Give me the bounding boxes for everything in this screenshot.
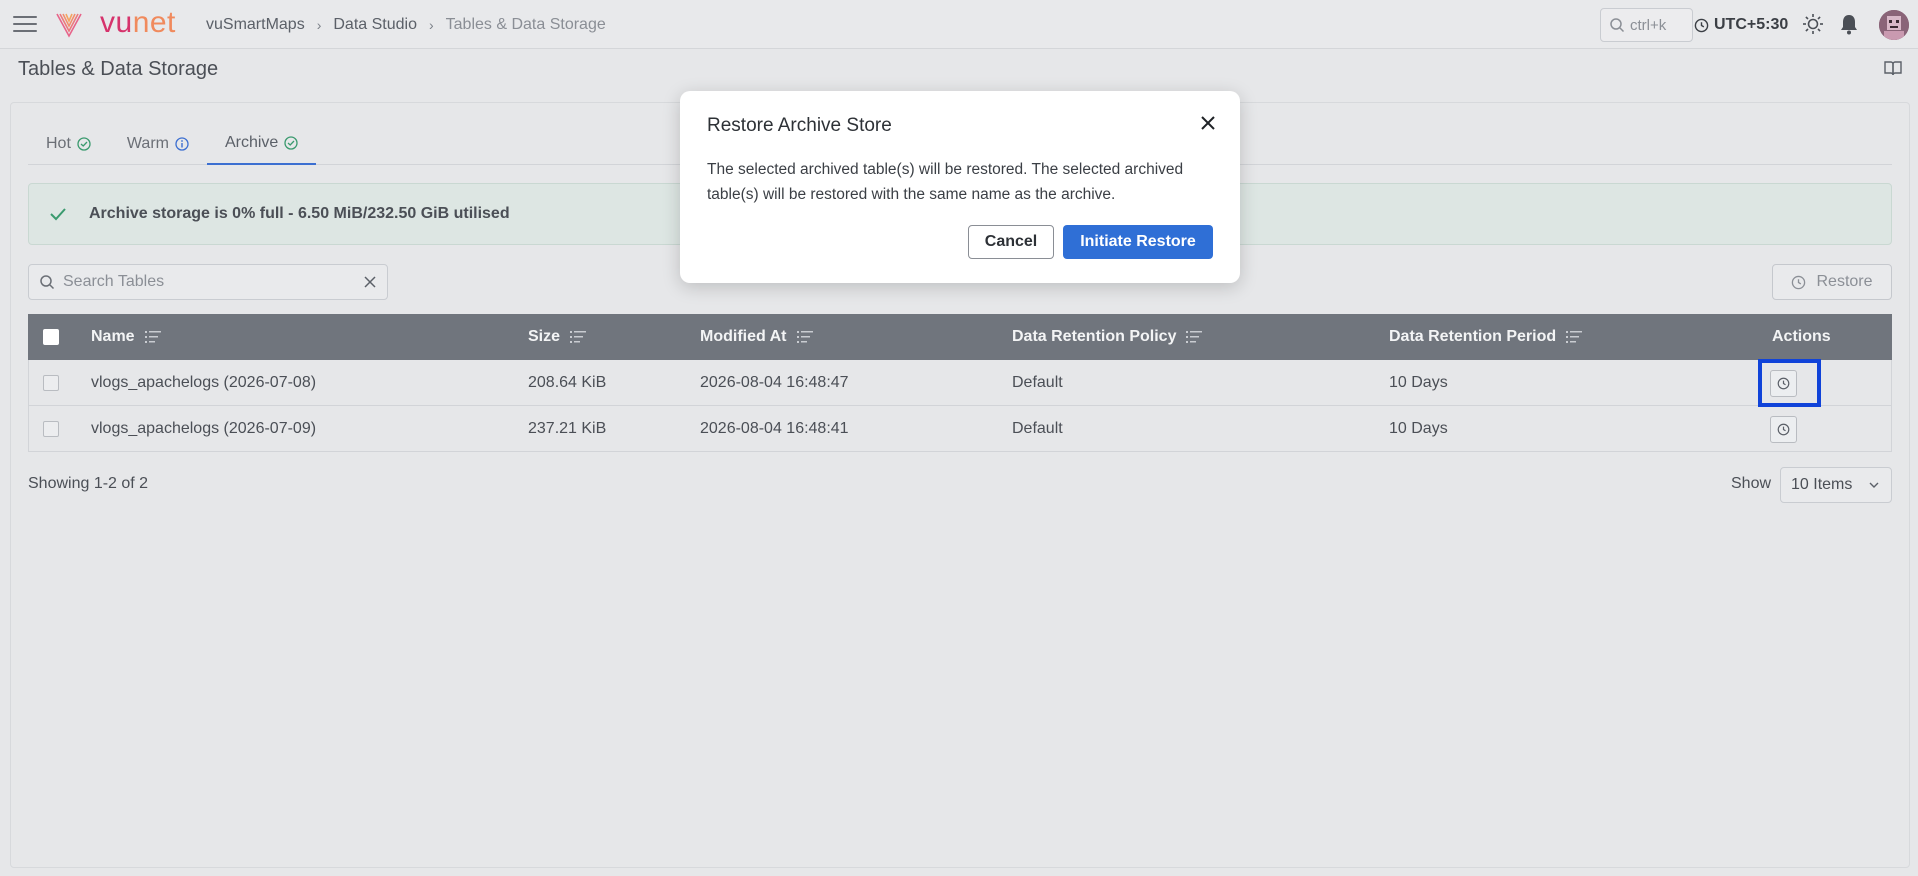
cell-name: vlogs_apachelogs (2026-07-08)	[91, 374, 317, 391]
search-icon	[40, 275, 55, 290]
clock-icon	[1694, 18, 1709, 32]
logo-icon	[56, 13, 82, 38]
search-input[interactable]	[63, 273, 353, 291]
checkbox[interactable]	[43, 329, 59, 345]
search-icon	[1610, 18, 1625, 33]
page-size-value: 10 Items	[1791, 476, 1853, 493]
cell-actions	[1770, 406, 1797, 452]
search-shortcut: ctrl+k	[1630, 16, 1667, 34]
cancel-button[interactable]: Cancel	[968, 225, 1054, 259]
column-header-name[interactable]: Name	[91, 314, 161, 360]
logo: vunet	[100, 6, 176, 40]
cell-modified: 2026-08-04 16:48:41	[700, 420, 849, 437]
table-header: Name Size Modified At Data Retention Pol…	[28, 314, 1892, 360]
row-checkbox[interactable]	[43, 406, 59, 452]
row-checkbox[interactable]	[43, 360, 59, 406]
cell-policy: Default	[1012, 374, 1063, 391]
cell-period: 10 Days	[1389, 374, 1448, 391]
cell-policy: Default	[1012, 420, 1063, 437]
top-bar: vunet vuSmartMaps › Data Studio › Tables…	[0, 0, 1918, 49]
breadcrumb-current: Tables & Data Storage	[445, 16, 606, 33]
dialog-message: The selected archived table(s) will be r…	[707, 161, 1184, 203]
restore-icon	[1777, 423, 1790, 435]
checkbox[interactable]	[43, 375, 59, 391]
restore-button[interactable]: Restore	[1772, 264, 1892, 300]
sun-icon[interactable]	[1802, 13, 1824, 35]
sort-icon[interactable]	[1566, 331, 1583, 343]
column-label: Data Retention Period	[1389, 328, 1557, 345]
dialog-title: Restore Archive Store	[707, 115, 892, 136]
table-row[interactable]: vlogs_apachelogs (2026-07-08) 208.64 KiB…	[28, 360, 1892, 406]
timezone-selector[interactable]: UTC+5:30	[1694, 16, 1788, 34]
tab-label: Hot	[46, 134, 71, 152]
table-row[interactable]: vlogs_apachelogs (2026-07-09) 237.21 KiB…	[28, 406, 1892, 452]
sort-icon[interactable]	[1186, 331, 1203, 343]
tab-hot[interactable]: Hot	[28, 122, 109, 165]
breadcrumb-item[interactable]: vuSmartMaps	[206, 16, 305, 34]
cell-modified: 2026-08-04 16:48:47	[700, 374, 849, 391]
checkbox[interactable]	[43, 421, 59, 437]
cell-size: 237.21 KiB	[528, 420, 607, 437]
page-size-select[interactable]: 10 Items	[1780, 467, 1892, 503]
restore-row-button[interactable]	[1770, 415, 1797, 443]
page-size-label: Show	[1731, 475, 1772, 492]
column-header-size[interactable]: Size	[528, 314, 587, 360]
breadcrumb: vuSmartMaps › Data Studio › Tables & Dat…	[206, 16, 606, 34]
focus-highlight	[1758, 359, 1821, 407]
tab-label: Archive	[224, 133, 279, 151]
initiate-restore-button[interactable]: Initiate Restore	[1063, 225, 1213, 259]
column-header-actions: Actions	[1772, 314, 1831, 360]
breadcrumb-separator-icon: ›	[316, 17, 322, 33]
check-circle-icon	[284, 135, 298, 150]
column-label: Name	[91, 328, 135, 345]
tab-warm[interactable]: Warm	[109, 122, 207, 165]
logo-net: net	[132, 6, 176, 39]
sort-icon[interactable]	[570, 331, 587, 343]
column-header-period[interactable]: Data Retention Period	[1389, 314, 1583, 360]
check-circle-icon	[77, 136, 91, 151]
restore-dialog: Restore Archive Store The selected archi…	[680, 91, 1240, 283]
close-icon[interactable]	[363, 275, 377, 289]
book-icon[interactable]	[1884, 60, 1902, 76]
column-header-modified[interactable]: Modified At	[700, 314, 813, 360]
cell-size: 208.64 KiB	[528, 374, 607, 391]
sort-icon[interactable]	[796, 331, 813, 343]
global-search-button[interactable]: ctrl+k	[1600, 8, 1693, 42]
restore-icon	[1792, 275, 1806, 289]
check-icon	[50, 208, 66, 221]
restore-label: Restore	[1816, 273, 1873, 290]
tab-label: Warm	[126, 134, 169, 152]
alert-text: Archive storage is 0% full - 6.50 MiB/23…	[89, 205, 510, 222]
bell-icon[interactable]	[1839, 13, 1859, 35]
menu-icon[interactable]	[13, 16, 37, 34]
pagination-summary: Showing 1-2 of 2	[28, 475, 149, 492]
chevron-down-icon	[1869, 482, 1879, 488]
column-label: Data Retention Policy	[1012, 328, 1177, 345]
cell-name: vlogs_apachelogs (2026-07-09)	[91, 420, 317, 437]
breadcrumb-item[interactable]: Data Studio	[333, 16, 417, 34]
column-label: Modified At	[700, 328, 787, 345]
tab-archive[interactable]: Archive	[206, 122, 317, 165]
info-circle-icon	[175, 136, 189, 151]
timezone-label: UTC+5:30	[1714, 16, 1789, 33]
search-tables	[28, 264, 388, 300]
tables-table: Name Size Modified At Data Retention Pol…	[28, 314, 1892, 452]
avatar[interactable]	[1879, 10, 1909, 40]
logo-vu: vu	[100, 6, 133, 39]
column-label: Size	[528, 328, 561, 345]
breadcrumb-separator-icon: ›	[428, 17, 434, 33]
column-header-policy[interactable]: Data Retention Policy	[1012, 314, 1203, 360]
cell-period: 10 Days	[1389, 420, 1448, 437]
avatar-image-icon	[1879, 10, 1909, 40]
sort-icon[interactable]	[144, 331, 161, 343]
close-icon[interactable]	[1200, 115, 1216, 131]
page-title: Tables & Data Storage	[18, 58, 219, 80]
select-all-checkbox[interactable]	[43, 314, 59, 360]
column-label: Actions	[1772, 328, 1831, 345]
